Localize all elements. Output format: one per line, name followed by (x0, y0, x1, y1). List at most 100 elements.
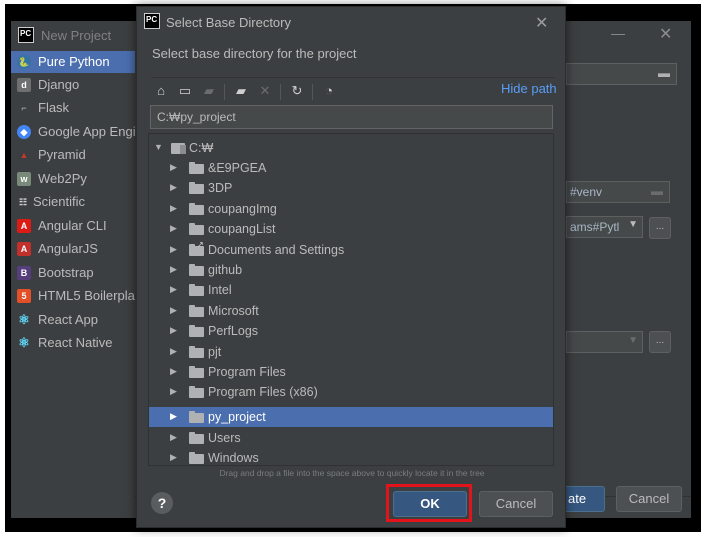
tree-node[interactable]: ▶ Documents and Settings (149, 240, 553, 260)
sidebar-item-react-app[interactable]: ⚛ React App (11, 309, 135, 331)
chevron-down-icon[interactable]: ▼ (154, 142, 163, 152)
toolbar-separator (312, 84, 313, 100)
tree-node[interactable]: ▶ 3DP (149, 178, 553, 198)
tree-node[interactable]: ▶ pjt (149, 342, 553, 362)
base-interpreter-browse-button[interactable]: ... (649, 331, 671, 353)
ok-button[interactable]: OK (393, 491, 467, 517)
folder-icon (189, 366, 204, 378)
chevron-right-icon[interactable]: ▶ (170, 346, 177, 357)
directory-tree[interactable]: ▼ C:₩ ▶ &E9PGEA ▶ 3DP ▶ coupangImg ▶ cou… (148, 133, 554, 466)
close-icon[interactable]: ✕ (535, 13, 548, 33)
chevron-right-icon[interactable]: ▶ (170, 432, 177, 443)
tree-node[interactable]: ▶ coupangList (149, 219, 553, 239)
bootstrap-icon: B (17, 266, 31, 280)
show-hidden-files-icon[interactable]: ◔ (321, 83, 337, 99)
sidebar-item-html5-boilerplate[interactable]: 5 HTML5 Boilerplate (11, 285, 135, 307)
chevron-right-icon[interactable]: ▶ (170, 284, 177, 295)
cancel-button[interactable]: Cancel (479, 491, 553, 517)
chevron-right-icon[interactable]: ▶ (170, 305, 177, 316)
chevron-right-icon[interactable]: ▶ (170, 452, 177, 463)
sidebar-item-pure-python[interactable]: 🐍 Pure Python (11, 51, 135, 73)
tree-node[interactable]: ▶ Intel (149, 280, 553, 300)
tree-node[interactable]: ▶ Users (149, 428, 553, 448)
interpreter-browse-button[interactable]: ... (649, 217, 671, 239)
folder-icon[interactable]: ▬ (651, 184, 663, 198)
folder-icon (189, 386, 204, 398)
close-icon[interactable]: ✕ (659, 24, 672, 44)
tree-node-selected[interactable]: ▶ py_project (149, 407, 553, 427)
base-interpreter-dropdown[interactable]: ▼ (566, 331, 643, 353)
help-button[interactable]: ? (151, 492, 173, 514)
tree-node[interactable]: ▶ Microsoft (149, 301, 553, 321)
python-icon: 🐍 (17, 55, 31, 69)
desktop-icon[interactable]: ▭ (177, 83, 193, 99)
django-icon: d (17, 78, 31, 92)
home-icon[interactable]: ⌂ (153, 83, 169, 99)
tree-node[interactable]: ▶ coupangImg (149, 199, 553, 219)
delete-icon[interactable]: ✕ (257, 83, 273, 99)
sidebar-item-django[interactable]: d Django (11, 74, 135, 96)
toolbar-separator (280, 84, 281, 100)
tree-node[interactable]: ▶ &E9PGEA (149, 158, 553, 178)
chevron-right-icon[interactable]: ▶ (170, 223, 177, 234)
select-base-directory-dialog: PC Select Base Directory ✕ Select base d… (136, 6, 566, 528)
sidebar-item-react-native[interactable]: ⚛ React Native (11, 332, 135, 354)
sidebar-item-pyramid[interactable]: ▲ Pyramid (11, 144, 135, 166)
minimize-icon[interactable]: — (611, 25, 625, 41)
sidebar-item-angular-cli[interactable]: A Angular CLI (11, 215, 135, 237)
sidebar-item-angularjs[interactable]: A AngularJS (11, 238, 135, 260)
folder-icon (189, 264, 204, 276)
chevron-right-icon[interactable]: ▶ (170, 411, 177, 422)
chevron-down-icon: ▼ (628, 335, 638, 346)
project-folder-icon[interactable]: ▰ (201, 83, 217, 99)
folder-icon (189, 203, 204, 215)
cancel-button[interactable]: Cancel (616, 486, 682, 512)
dialog-description: Select base directory for the project (152, 46, 357, 61)
folder-icon (189, 411, 204, 423)
drag-drop-hint: Drag and drop a file into the space abov… (219, 468, 485, 478)
location-field[interactable]: ▬ (566, 63, 677, 85)
react-icon: ⚛ (18, 312, 30, 327)
sidebar-item-web2py[interactable]: w Web2Py (11, 168, 135, 190)
tree-node[interactable]: ▶ Program Files (149, 362, 553, 382)
folder-icon (189, 325, 204, 337)
chevron-right-icon[interactable]: ▶ (170, 244, 177, 255)
tree-node[interactable]: ▶ github (149, 260, 553, 280)
file-chooser-toolbar: ⌂ ▭ ▰ ▰ ✕ ↻ ◔ (151, 77, 555, 100)
folder-link-icon (189, 240, 204, 256)
folder-icon (189, 162, 204, 174)
project-type-sidebar: 🐍 Pure Python d Django ⌐ Flask ◆ Google … (11, 49, 135, 509)
tree-node[interactable]: ▶ Windows (149, 448, 553, 465)
new-folder-icon[interactable]: ▰ (233, 83, 249, 99)
chevron-right-icon[interactable]: ▶ (170, 182, 177, 193)
angular-icon: A (17, 219, 31, 233)
pycharm-logo-icon: PC (18, 27, 34, 43)
angularjs-icon: A (17, 242, 31, 256)
chevron-right-icon[interactable]: ▶ (170, 325, 177, 336)
chevron-right-icon[interactable]: ▶ (170, 203, 177, 214)
venv-location-field[interactable]: #venv ▬ (566, 181, 670, 203)
folder-icon (189, 223, 204, 235)
sidebar-item-scientific[interactable]: ☷ Scientific (11, 191, 135, 213)
web2py-icon: w (17, 172, 31, 186)
hide-path-link[interactable]: Hide path (501, 81, 557, 96)
path-input[interactable]: C:₩py_project (150, 105, 553, 129)
chevron-right-icon[interactable]: ▶ (170, 264, 177, 275)
interpreter-dropdown[interactable]: ams#Pytl ▼ (566, 216, 643, 238)
refresh-icon[interactable]: ↻ (289, 83, 305, 99)
folder-icon (189, 305, 204, 317)
tree-node[interactable]: ▶ PerfLogs (149, 321, 553, 341)
folder-icon (189, 182, 204, 194)
tree-node[interactable]: ▶ Program Files (x86) (149, 382, 553, 402)
toolbar-separator (224, 84, 225, 100)
sidebar-item-bootstrap[interactable]: B Bootstrap (11, 262, 135, 284)
folder-icon (189, 452, 204, 464)
html5-icon: 5 (17, 289, 31, 303)
folder-icon[interactable]: ▬ (658, 66, 670, 80)
tree-node-root[interactable]: ▼ C:₩ (149, 138, 553, 158)
sidebar-item-google-app-engine[interactable]: ◆ Google App Engine (11, 121, 135, 143)
sidebar-item-flask[interactable]: ⌐ Flask (11, 97, 135, 119)
chevron-right-icon[interactable]: ▶ (170, 386, 177, 397)
chevron-right-icon[interactable]: ▶ (170, 162, 177, 173)
chevron-right-icon[interactable]: ▶ (170, 366, 177, 377)
